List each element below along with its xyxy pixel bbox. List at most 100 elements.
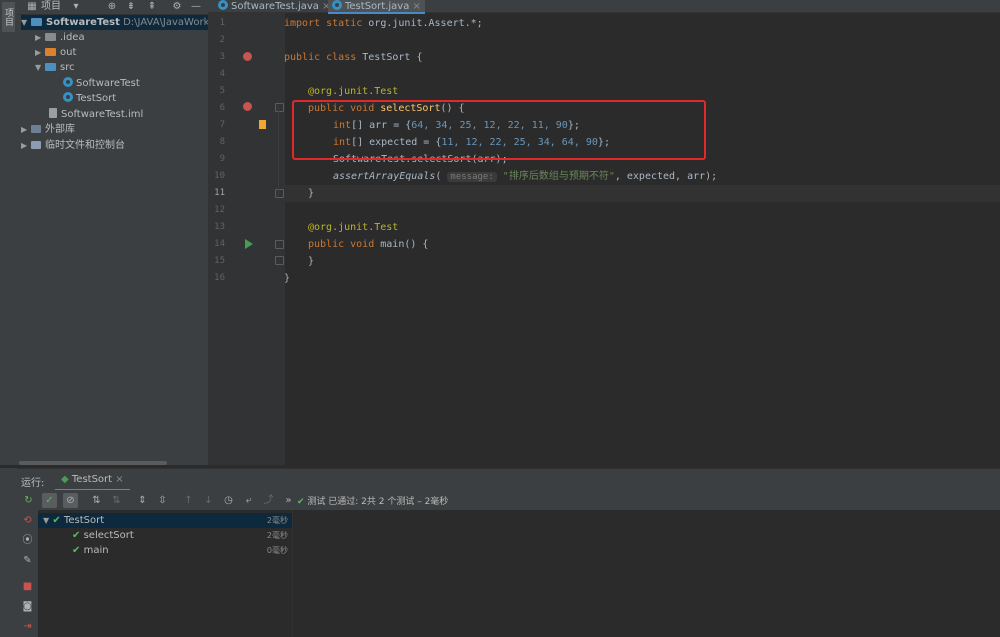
fold-icon[interactable] — [275, 240, 284, 249]
tree-item-out[interactable]: ▶ out — [35, 45, 76, 60]
gear-icon[interactable]: ⚙ — [170, 0, 184, 14]
tree-item-label: src — [60, 62, 75, 73]
run-test-icon[interactable] — [245, 239, 253, 249]
tree-item-external-libs[interactable]: ▶ 外部库 — [21, 122, 75, 137]
tab-testsort-java[interactable]: TestSort.java × — [328, 0, 425, 14]
previous-icon[interactable]: ↑ — [181, 493, 196, 508]
run-class-error-icon[interactable] — [243, 52, 252, 61]
highlight-box — [292, 100, 706, 160]
chevron-down-icon[interactable]: ▼ — [21, 15, 31, 30]
module-folder-icon — [31, 18, 42, 26]
code-line-15: } — [308, 256, 315, 267]
expand-all-icon[interactable]: ⇟ — [124, 0, 138, 14]
line-number: 6 — [219, 103, 225, 113]
code-line-1: import static org.junit.Assert.*; — [284, 18, 483, 29]
next-icon[interactable]: ↓ — [201, 493, 216, 508]
result-row-testsort[interactable]: ▼ ✔ TestSort 2毫秒 — [38, 513, 292, 528]
chevron-down-icon[interactable]: ▼ — [35, 60, 45, 75]
view-dropdown-icon[interactable]: ▾ — [69, 0, 83, 14]
locate-icon[interactable]: ⊕ — [105, 0, 119, 14]
folder-icon — [45, 33, 56, 41]
java-class-icon — [63, 77, 73, 87]
java-class-icon — [63, 92, 73, 102]
collapse-all-icon[interactable]: ⇞ — [145, 0, 159, 14]
chevron-right-icon[interactable]: ▶ — [35, 45, 45, 60]
rerun-icon[interactable]: ↻ — [21, 493, 36, 508]
export-icon[interactable]: ⤴ — [261, 493, 276, 508]
line-number: 9 — [219, 154, 225, 164]
show-passed-icon[interactable]: ✓ — [42, 493, 57, 508]
run-console-output[interactable] — [293, 510, 1000, 637]
line-number: 1 — [219, 18, 225, 28]
chevron-right-icon[interactable]: ▶ — [21, 138, 31, 153]
code-line-10: assertArrayEquals( message: "排序后数组与预期不符"… — [333, 171, 718, 182]
rerun-failed-icon[interactable]: ⟲ — [21, 514, 34, 527]
tree-item-label: SoftwareTest — [76, 78, 140, 89]
run-tab-testsort[interactable]: ◆ TestSort × — [55, 471, 130, 491]
tree-item-softwaretest-module[interactable]: ▼ SoftwareTest D:\JAVA\JavaWork\Sc — [21, 15, 208, 30]
code-line-11: } — [308, 188, 315, 199]
left-tool-strip: 项目 — [0, 0, 18, 465]
hide-icon[interactable]: — — [189, 0, 203, 14]
project-toolbar: ▦ 项目 ▾ ⊕ ⇟ ⇞ ⚙ — — [17, 0, 208, 15]
tree-item-testsort-class[interactable]: TestSort — [63, 91, 116, 106]
line-number: 11 — [214, 188, 225, 198]
wrench-icon[interactable]: ✎ — [21, 554, 34, 567]
tab-softwaretest-java[interactable]: SoftwareTest.java × — [214, 0, 334, 12]
project-scrollbar[interactable] — [19, 461, 167, 465]
chevron-down-icon[interactable]: ▼ — [43, 516, 49, 525]
line-number: 15 — [214, 256, 225, 266]
result-row-main[interactable]: ✔ main 0毫秒 — [38, 543, 292, 558]
stop-icon[interactable]: ■ — [21, 580, 34, 593]
chevron-right-icon[interactable]: ▶ — [35, 30, 45, 45]
editor-tab-bar: SoftwareTest.java × TestSort.java × — [208, 0, 1000, 14]
sort-duration-icon[interactable]: ⇅ — [109, 493, 124, 508]
close-icon[interactable]: × — [115, 474, 123, 485]
project-tool-tab[interactable]: 项目 — [2, 2, 15, 32]
run-test-error-icon[interactable] — [243, 102, 252, 111]
parameter-hint: message: — [447, 172, 497, 182]
project-panel-title[interactable]: 项目 — [41, 0, 61, 13]
line-number: 2 — [219, 35, 225, 45]
check-icon: ✔ — [297, 497, 305, 507]
chevron-right-icon[interactable]: ▶ — [21, 122, 31, 137]
tree-item-idea[interactable]: ▶ .idea — [35, 30, 85, 45]
history-icon[interactable]: ◷ — [221, 493, 236, 508]
bookmark-icon[interactable] — [259, 120, 266, 129]
indent-guide — [278, 106, 279, 196]
collapse-all-icon[interactable]: ⇳ — [155, 493, 170, 508]
tree-item-src[interactable]: ▼ src — [35, 60, 75, 75]
scratch-icon — [31, 141, 41, 149]
run-panel-header: 运行: ◆ TestSort × — [17, 468, 1000, 491]
pass-icon: ✔ — [72, 545, 81, 556]
sort-alpha-icon[interactable]: ⇅ — [89, 493, 104, 508]
current-line-highlight — [285, 185, 1000, 202]
source-folder-icon — [45, 63, 56, 71]
code-line-13: @org.junit.Test — [308, 222, 399, 233]
fold-icon[interactable] — [275, 189, 284, 198]
tree-item-softwaretest-class[interactable]: SoftwareTest — [63, 76, 140, 91]
pass-icon: ✔ — [72, 530, 81, 541]
more-icon[interactable]: » — [281, 493, 296, 508]
folder-orange-icon — [45, 48, 56, 56]
expand-all-icon[interactable]: ⇕ — [135, 493, 150, 508]
result-row-selectsort[interactable]: ✔ selectSort 2毫秒 — [38, 528, 292, 543]
camera-icon[interactable]: ◙ — [21, 600, 34, 613]
tree-item-iml[interactable]: SoftwareTest.iml — [49, 107, 143, 122]
fold-icon[interactable] — [275, 103, 284, 112]
exit-icon[interactable]: ⇥ — [21, 620, 34, 633]
iml-file-icon — [49, 108, 57, 118]
tree-item-scratches[interactable]: ▶ 临时文件和控制台 — [21, 138, 125, 153]
fold-icon[interactable] — [275, 256, 284, 265]
show-ignored-icon[interactable]: ⊘ — [63, 493, 78, 508]
import-icon[interactable]: ⤶ — [241, 493, 256, 508]
tree-item-label: out — [60, 47, 77, 58]
run-config-icon: ◆ — [61, 474, 69, 485]
code-line-5: @org.junit.Test — [308, 86, 399, 97]
tree-item-label: TestSort — [76, 93, 117, 104]
tree-item-label: 临时文件和控制台 — [45, 140, 125, 151]
tree-item-label: .idea — [60, 32, 85, 43]
debug-icon[interactable]: ⦿ — [21, 534, 34, 547]
close-icon[interactable]: × — [413, 1, 421, 12]
line-number: 13 — [214, 222, 225, 232]
